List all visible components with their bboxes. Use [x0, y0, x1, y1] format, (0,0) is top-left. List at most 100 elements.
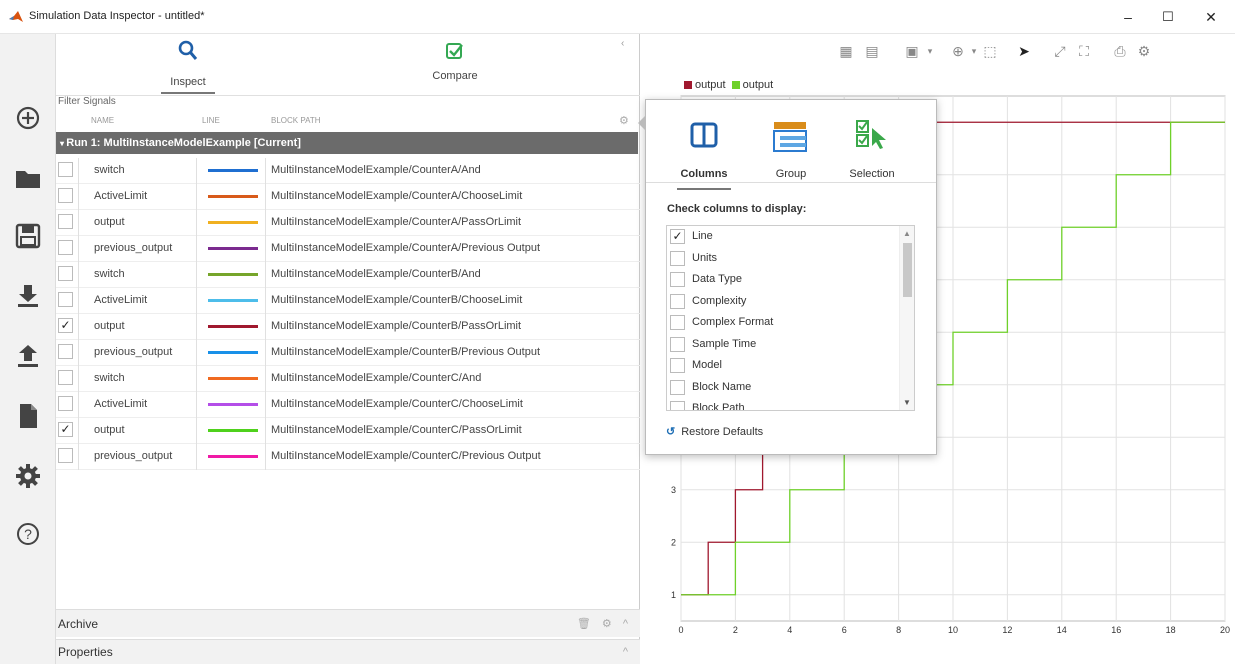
run-header[interactable]: ▾ Run 1: MultiInstanceModelExample [Curr…	[56, 132, 638, 154]
column-option[interactable]: Sample Time	[667, 334, 914, 356]
popover-tab-selection[interactable]: Selection	[834, 110, 910, 182]
filter-signals-input[interactable]: Filter Signals	[56, 96, 116, 107]
column-option[interactable]: Complex Format	[667, 312, 914, 334]
delete-trash-icon[interactable]: 🗑	[577, 618, 591, 630]
signal-line-swatch[interactable]	[208, 221, 258, 224]
signal-checkbox[interactable]	[58, 188, 73, 203]
signal-line-swatch[interactable]	[208, 247, 258, 250]
tab-inspect[interactable]: Inspect	[128, 38, 248, 94]
column-name-header[interactable]: NAME	[91, 116, 114, 125]
archive-gear-icon[interactable]: ⚙	[602, 618, 612, 630]
column-line-header[interactable]: LINE	[202, 116, 220, 125]
table-row[interactable]: ActiveLimit MultiInstanceModelExample/Cou…	[56, 288, 640, 314]
column-option-checkbox[interactable]	[670, 293, 685, 309]
signal-line-swatch[interactable]	[208, 455, 258, 458]
export-icon[interactable]	[12, 340, 44, 372]
column-option[interactable]: Complexity	[667, 291, 914, 313]
legend-item[interactable]: output	[731, 79, 773, 91]
maximize-button[interactable]: ☐	[1153, 6, 1183, 28]
visualization-gallery-icon[interactable]: ▣	[903, 42, 921, 60]
signal-line-swatch[interactable]	[208, 169, 258, 172]
snapshot-camera-icon[interactable]: ⎙	[1111, 42, 1129, 60]
column-option-checkbox[interactable]	[670, 379, 685, 395]
table-row[interactable]: switch MultiInstanceModelExample/CounterA…	[56, 158, 640, 184]
gallery-dropdown-chevron-icon[interactable]: ▾	[921, 42, 939, 60]
table-row[interactable]: ActiveLimit MultiInstanceModelExample/Cou…	[56, 392, 640, 418]
help-icon[interactable]: ?	[12, 518, 44, 550]
preferences-gear-icon[interactable]	[12, 460, 44, 492]
signal-checkbox[interactable]	[58, 266, 73, 281]
column-settings-gear-icon[interactable]: ⚙	[619, 114, 629, 127]
signal-checkbox[interactable]	[58, 344, 73, 359]
plot-settings-gear-icon[interactable]: ⚙	[1135, 42, 1153, 60]
signal-checkbox[interactable]	[58, 370, 73, 385]
column-option-checkbox[interactable]	[670, 358, 685, 373]
legend-item[interactable]: output	[684, 79, 726, 91]
scroll-up-arrow-icon[interactable]: ▲	[903, 229, 911, 238]
signal-line-swatch[interactable]	[208, 403, 258, 406]
column-option-checkbox[interactable]	[670, 336, 685, 352]
signal-checkbox[interactable]: ✓	[58, 422, 73, 437]
archive-collapse-icon[interactable]: ^	[623, 618, 628, 630]
maximize-plot-icon[interactable]: ⛶	[1075, 42, 1093, 60]
open-folder-icon[interactable]	[12, 162, 44, 194]
signal-line-swatch[interactable]	[208, 429, 258, 432]
save-icon[interactable]	[12, 220, 44, 252]
table-row[interactable]: previous_output MultiInstanceModelExample…	[56, 444, 640, 470]
cursor-select-icon[interactable]: ➤	[1015, 42, 1033, 60]
collapse-chevron-icon[interactable]: ‹	[621, 38, 624, 49]
signal-checkbox[interactable]	[58, 214, 73, 229]
fit-to-view-icon[interactable]: ⬚	[981, 42, 999, 60]
layout-grid-icon[interactable]: ▦	[837, 42, 855, 60]
tab-compare[interactable]: Compare	[395, 38, 515, 94]
signal-line-swatch[interactable]	[208, 325, 258, 328]
report-icon[interactable]	[12, 400, 44, 432]
close-button[interactable]: ✕	[1196, 6, 1226, 28]
signal-line-swatch[interactable]	[208, 273, 258, 276]
properties-collapse-icon[interactable]: ^	[623, 640, 628, 665]
table-row[interactable]: previous_output MultiInstanceModelExample…	[56, 340, 640, 366]
table-row[interactable]: ActiveLimit MultiInstanceModelExample/Cou…	[56, 184, 640, 210]
column-option[interactable]: Block Path	[667, 398, 914, 410]
signal-line-swatch[interactable]	[208, 351, 258, 354]
scroll-down-arrow-icon[interactable]: ▼	[903, 398, 911, 407]
restore-defaults-button[interactable]: ↺ Restore Defaults	[666, 425, 763, 438]
column-option[interactable]: Block Name	[667, 377, 914, 399]
popover-tab-group[interactable]: Group	[753, 110, 829, 182]
table-row[interactable]: previous_output MultiInstanceModelExample…	[56, 236, 640, 262]
signal-line-swatch[interactable]	[208, 195, 258, 198]
table-row[interactable]: output MultiInstanceModelExample/CounterA…	[56, 210, 640, 236]
new-session-icon[interactable]	[12, 102, 44, 134]
archive-section[interactable]: Archive 🗑 ⚙ ^	[56, 609, 640, 637]
properties-section[interactable]: Properties ^	[56, 639, 640, 664]
table-row[interactable]: switch MultiInstanceModelExample/CounterC…	[56, 366, 640, 392]
signal-checkbox[interactable]	[58, 292, 73, 307]
table-row[interactable]: ✓ output MultiInstanceModelExample/Counter…	[56, 314, 640, 340]
scrollbar-thumb[interactable]	[903, 243, 912, 297]
signal-checkbox[interactable]: ✓	[58, 318, 73, 333]
signal-line-swatch[interactable]	[208, 299, 258, 302]
subplot-layout-icon[interactable]: ▤	[863, 42, 881, 60]
popover-tab-columns[interactable]: Columns	[666, 110, 742, 190]
column-option[interactable]: Units	[667, 248, 914, 270]
signal-checkbox[interactable]	[58, 162, 73, 177]
column-option-checkbox[interactable]	[670, 401, 685, 410]
column-option[interactable]: Data Type	[667, 269, 914, 291]
signal-checkbox[interactable]	[58, 396, 73, 411]
import-icon[interactable]	[12, 280, 44, 312]
signal-checkbox[interactable]	[58, 448, 73, 463]
table-row[interactable]: ✓ output MultiInstanceModelExample/Counter…	[56, 418, 640, 444]
column-option-checkbox[interactable]	[670, 315, 685, 330]
column-blockpath-header[interactable]: BLOCK PATH	[271, 116, 321, 125]
signal-line-swatch[interactable]	[208, 377, 258, 380]
column-option-checkbox[interactable]: ✓	[670, 229, 685, 244]
signal-checkbox[interactable]	[58, 240, 73, 255]
table-row[interactable]: switch MultiInstanceModelExample/CounterB…	[56, 262, 640, 288]
checklist-scrollbar[interactable]: ▲ ▼	[899, 226, 914, 410]
column-option-checkbox[interactable]	[670, 272, 685, 287]
minimize-button[interactable]: –	[1113, 6, 1143, 28]
fullscreen-expand-icon[interactable]: ⤢	[1051, 42, 1069, 60]
column-option-checkbox[interactable]	[670, 250, 685, 266]
column-option[interactable]: Model	[667, 355, 914, 377]
column-option[interactable]: ✓ Line	[667, 226, 914, 248]
